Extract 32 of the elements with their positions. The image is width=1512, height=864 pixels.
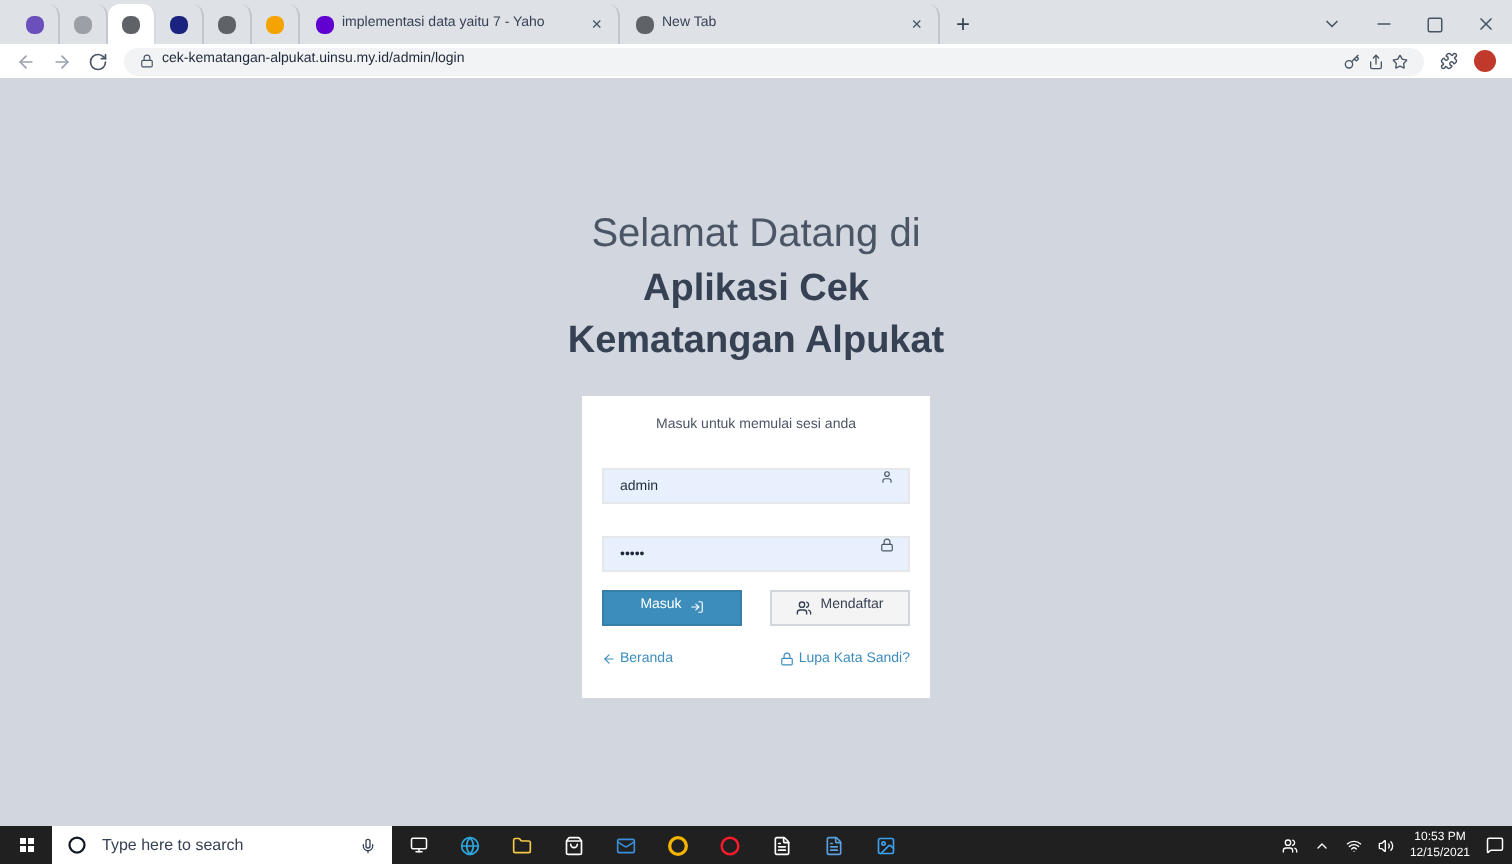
- people-icon[interactable]: [1281, 837, 1298, 853]
- network-icon[interactable]: [1345, 837, 1362, 853]
- app-title: Aplikasi Cek: [643, 266, 869, 314]
- sign-in-icon: [689, 600, 704, 614]
- new-tab-button[interactable]: +: [940, 4, 987, 44]
- welcome-title: Selamat Datang di: [591, 210, 921, 260]
- close-icon[interactable]: [1476, 14, 1496, 34]
- extensions-icon[interactable]: [1440, 52, 1458, 70]
- arrow-left-icon: [602, 652, 616, 667]
- maximize-icon[interactable]: [1426, 15, 1444, 33]
- search-icon: [68, 836, 86, 854]
- taskbar-search-field[interactable]: Type here to search: [52, 826, 392, 864]
- notifications-icon[interactable]: [1486, 836, 1504, 854]
- reload-icon[interactable]: [88, 51, 108, 71]
- speaker-icon[interactable]: [1377, 837, 1394, 853]
- key-icon[interactable]: [1344, 53, 1360, 69]
- app-title: Kematangan Alpukat: [567, 318, 945, 366]
- browser-tab[interactable]: [108, 4, 156, 44]
- lock-icon: [780, 652, 795, 667]
- lock-icon: [880, 537, 894, 551]
- forward-icon[interactable]: [52, 51, 72, 71]
- user-icon: [880, 469, 894, 483]
- lock-icon: [140, 54, 154, 68]
- back-icon[interactable]: [16, 51, 36, 71]
- close-tab-button[interactable]: ×: [911, 15, 922, 33]
- users-icon: [796, 599, 813, 615]
- star-icon[interactable]: [1392, 53, 1408, 69]
- share-icon[interactable]: [1368, 53, 1384, 69]
- close-tab-button[interactable]: ×: [591, 15, 602, 33]
- search-placeholder: Type here to search: [102, 833, 246, 857]
- profile-avatar[interactable]: [1474, 50, 1496, 72]
- microphone-icon: [360, 837, 376, 853]
